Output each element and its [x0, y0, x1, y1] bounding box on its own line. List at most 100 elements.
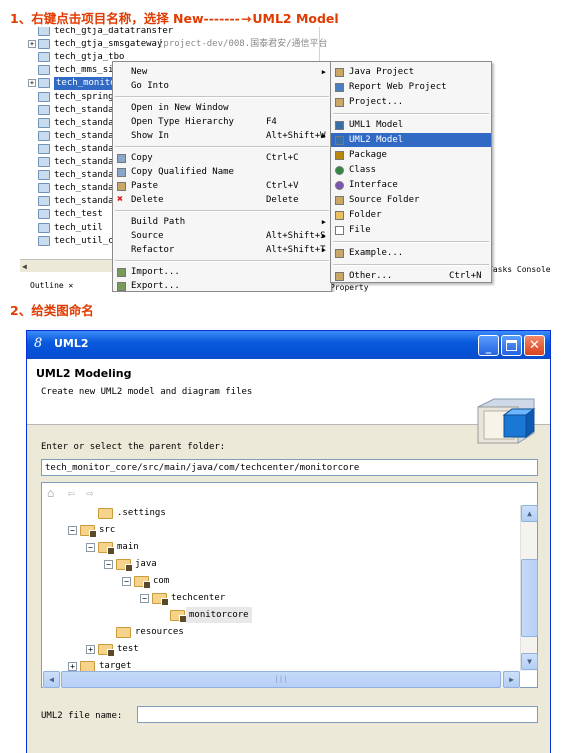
project-item-label: tech_gtja_smsgateway [54, 39, 163, 50]
submenu-item-file[interactable]: File [331, 223, 491, 237]
file-name-input[interactable] [137, 706, 538, 723]
tree-item-label: .settings [117, 508, 166, 518]
wizard-banner: UML2 Modeling Create new UML2 model and … [27, 359, 550, 444]
submenu-item-folder[interactable]: Folder [331, 208, 491, 222]
parent-folder-input[interactable] [41, 459, 538, 476]
menu-item-delete[interactable]: ✖ Delete Delete [113, 193, 331, 207]
submenu-item-label: Example... [349, 248, 404, 258]
title-bar[interactable]: 8 UML2 _ ✕ [27, 331, 550, 359]
dialog-title: UML2 [54, 337, 89, 350]
menu-item-show-in[interactable]: Show In Alt+Shift+W ▶ [113, 129, 331, 143]
home-icon[interactable]: ⌂ [47, 486, 54, 500]
menu-item-open-in-new-window[interactable]: Open in New Window [113, 101, 331, 115]
other-icon [335, 272, 344, 281]
project-folder-icon [38, 39, 50, 50]
menu-item-copy[interactable]: Copy Ctrl+C [113, 151, 331, 165]
menu-item-label: Copy Qualified Name [131, 167, 234, 177]
outline-tab[interactable]: Outline ✕ [20, 280, 100, 292]
menu-separator [333, 241, 489, 243]
menu-item-refactor[interactable]: Refactor Alt+Shift+T ▶ [113, 243, 331, 257]
example-icon [335, 249, 344, 258]
project-item-label: tech_test [54, 209, 103, 220]
tree-item[interactable]: + test [86, 641, 386, 657]
expand-icon[interactable]: + [86, 645, 95, 654]
class-icon [335, 166, 344, 175]
tree-item[interactable]: .settings [86, 505, 386, 521]
horizontal-scrollbar[interactable]: ◀ ||| ▶ [43, 671, 520, 688]
submenu-item-java-project[interactable]: Java Project [331, 65, 491, 79]
menu-item-shortcut: Alt+Shift+T [266, 245, 326, 255]
tree-item[interactable]: resources [104, 624, 404, 640]
bottom-tabs[interactable]: Tasks Console [488, 263, 551, 277]
menu-item-import[interactable]: Import... [113, 265, 331, 279]
menu-item-build-path[interactable]: Build Path ▶ [113, 215, 331, 229]
submenu-arrow-icon: ▶ [321, 132, 326, 140]
menu-item-copy-qualified-name[interactable]: Copy Qualified Name [113, 165, 331, 179]
back-icon[interactable]: ⇦ [67, 486, 74, 500]
collapse-icon[interactable]: − [122, 577, 131, 586]
project-item-label: tech_spring_ [54, 91, 120, 102]
submenu-item-report-web-project[interactable]: Report Web Project [331, 80, 491, 94]
project-item-label: tech_gtja_datatransfer [54, 27, 174, 36]
expand-icon[interactable]: + [28, 79, 36, 88]
tree-item[interactable]: − java [104, 556, 404, 572]
tree-item[interactable]: − src [68, 522, 368, 538]
project-item[interactable]: + tech_gtja_smsgateway [project-dev/008.国泰… [20, 38, 328, 51]
tree-item[interactable]: − techcenter [140, 590, 440, 606]
expand-icon[interactable]: + [28, 40, 36, 49]
vertical-scrollbar[interactable]: ▲ ▼ [520, 505, 538, 671]
maximize-button[interactable] [501, 335, 522, 356]
scroll-right-icon[interactable]: ▶ [503, 671, 520, 688]
forward-icon[interactable]: ⇨ [86, 486, 93, 500]
scroll-down-icon[interactable]: ▼ [521, 653, 538, 670]
scroll-up-icon[interactable]: ▲ [521, 505, 538, 522]
submenu-item-uml1-model[interactable]: UML1 Model [331, 118, 491, 132]
submenu-item-package[interactable]: Package [331, 148, 491, 162]
horizontal-scroll-thumb[interactable]: ||| [61, 671, 501, 688]
submenu-item-other[interactable]: Other... Ctrl+N [331, 269, 491, 283]
menu-item-go-into[interactable]: Go Into [113, 79, 331, 93]
collapse-icon[interactable]: − [104, 560, 113, 569]
menu-item-source[interactable]: Source Alt+Shift+S ▶ [113, 229, 331, 243]
submenu-item-label: Source Folder [349, 195, 420, 205]
project-folder-icon [38, 209, 50, 220]
submenu-item-source-folder[interactable]: Source Folder [331, 193, 491, 207]
maximize-icon [506, 340, 517, 351]
submenu-item-interface[interactable]: Interface [331, 178, 491, 192]
submenu-item-label: Interface [349, 180, 398, 190]
submenu-item-example[interactable]: Example... [331, 246, 491, 260]
tree-item[interactable]: − main [86, 539, 386, 555]
submenu-item-class[interactable]: Class [331, 163, 491, 177]
menu-item-label: Open Type Hierarchy [131, 117, 234, 127]
menu-item-open-type-hierarchy[interactable]: Open Type Hierarchy F4 [113, 115, 331, 129]
submenu-item-label: Report Web Project [349, 82, 447, 92]
collapse-icon[interactable]: − [140, 594, 149, 603]
collapse-icon[interactable]: − [86, 543, 95, 552]
file-name-label: UML2 file name: [41, 711, 123, 721]
arrow-icon: → [240, 11, 252, 26]
vertical-scroll-thumb[interactable] [521, 559, 538, 637]
menu-item-new[interactable]: New ▶ [113, 65, 331, 79]
folder-icon [116, 559, 133, 572]
menu-item-label: Copy [131, 153, 153, 163]
step1-heading: 1、右键点击项目名称，选择 New-------→UML2 Model [10, 8, 339, 27]
project-folder-icon [38, 222, 50, 233]
minimize-button[interactable]: _ [478, 335, 499, 356]
expand-icon[interactable]: + [68, 662, 77, 671]
menu-item-paste[interactable]: Paste Ctrl+V [113, 179, 331, 193]
submenu-item-project[interactable]: Project... [331, 95, 491, 109]
collapse-icon[interactable]: − [68, 526, 77, 535]
close-button[interactable]: ✕ [524, 335, 545, 356]
project-folder-icon [38, 52, 50, 63]
submenu-item-shortcut: Ctrl+N [449, 271, 482, 281]
tree-item[interactable]: monitorcore [158, 607, 458, 623]
project-item[interactable]: tech_gtja_datatransfer [20, 27, 320, 38]
submenu-item-label: Java Project [349, 67, 415, 77]
scroll-left-icon[interactable]: ◀ [22, 262, 27, 271]
submenu-item-uml2-model[interactable]: UML2 Model [331, 133, 491, 147]
tree-item[interactable]: − com [122, 573, 422, 589]
folder-icon [134, 576, 151, 589]
step1-dashes: ------- [203, 11, 240, 26]
menu-item-export[interactable]: Export... [113, 279, 331, 292]
scroll-left-icon[interactable]: ◀ [43, 671, 60, 688]
